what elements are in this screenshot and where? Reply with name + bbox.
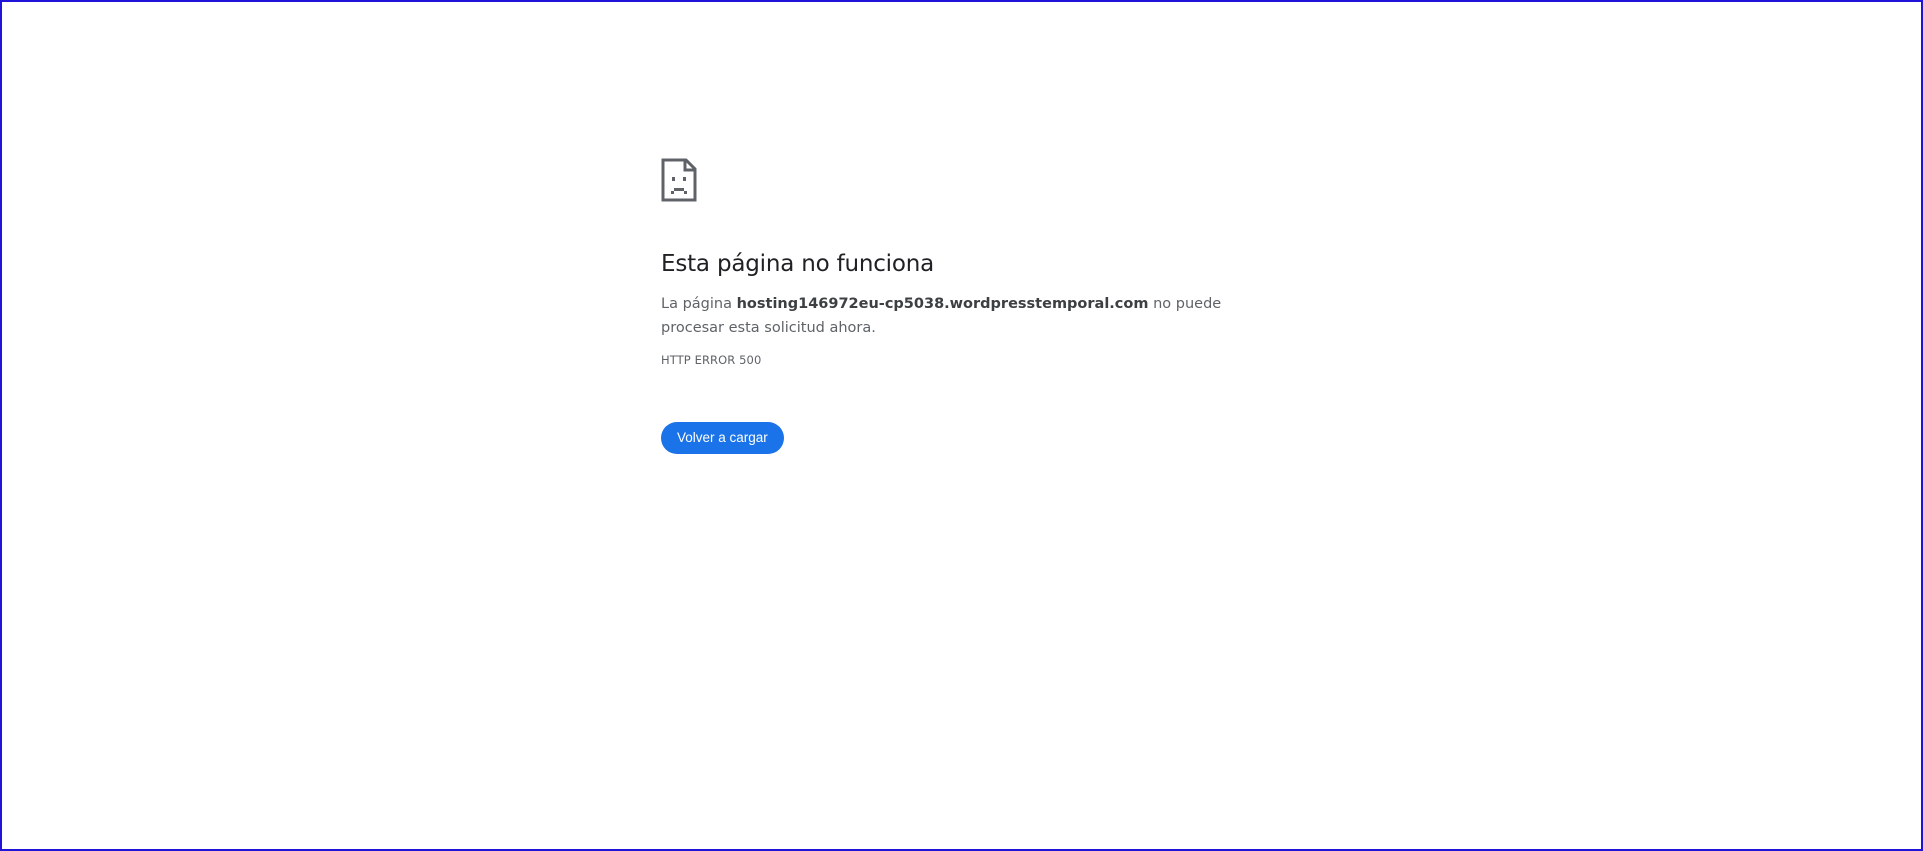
error-title: Esta página no funciona (661, 251, 934, 277)
error-description: La página hosting146972eu-cp5038.wordpre… (661, 292, 1261, 340)
error-container: Esta página no funciona La página hostin… (661, 158, 1261, 454)
sad-page-icon (661, 158, 697, 202)
reload-button[interactable]: Volver a cargar (661, 422, 784, 454)
error-host: hosting146972eu-cp5038.wordpresstemporal… (736, 296, 1149, 312)
description-prefix: La página (661, 296, 737, 312)
error-code: HTTP ERROR 500 (661, 353, 762, 367)
